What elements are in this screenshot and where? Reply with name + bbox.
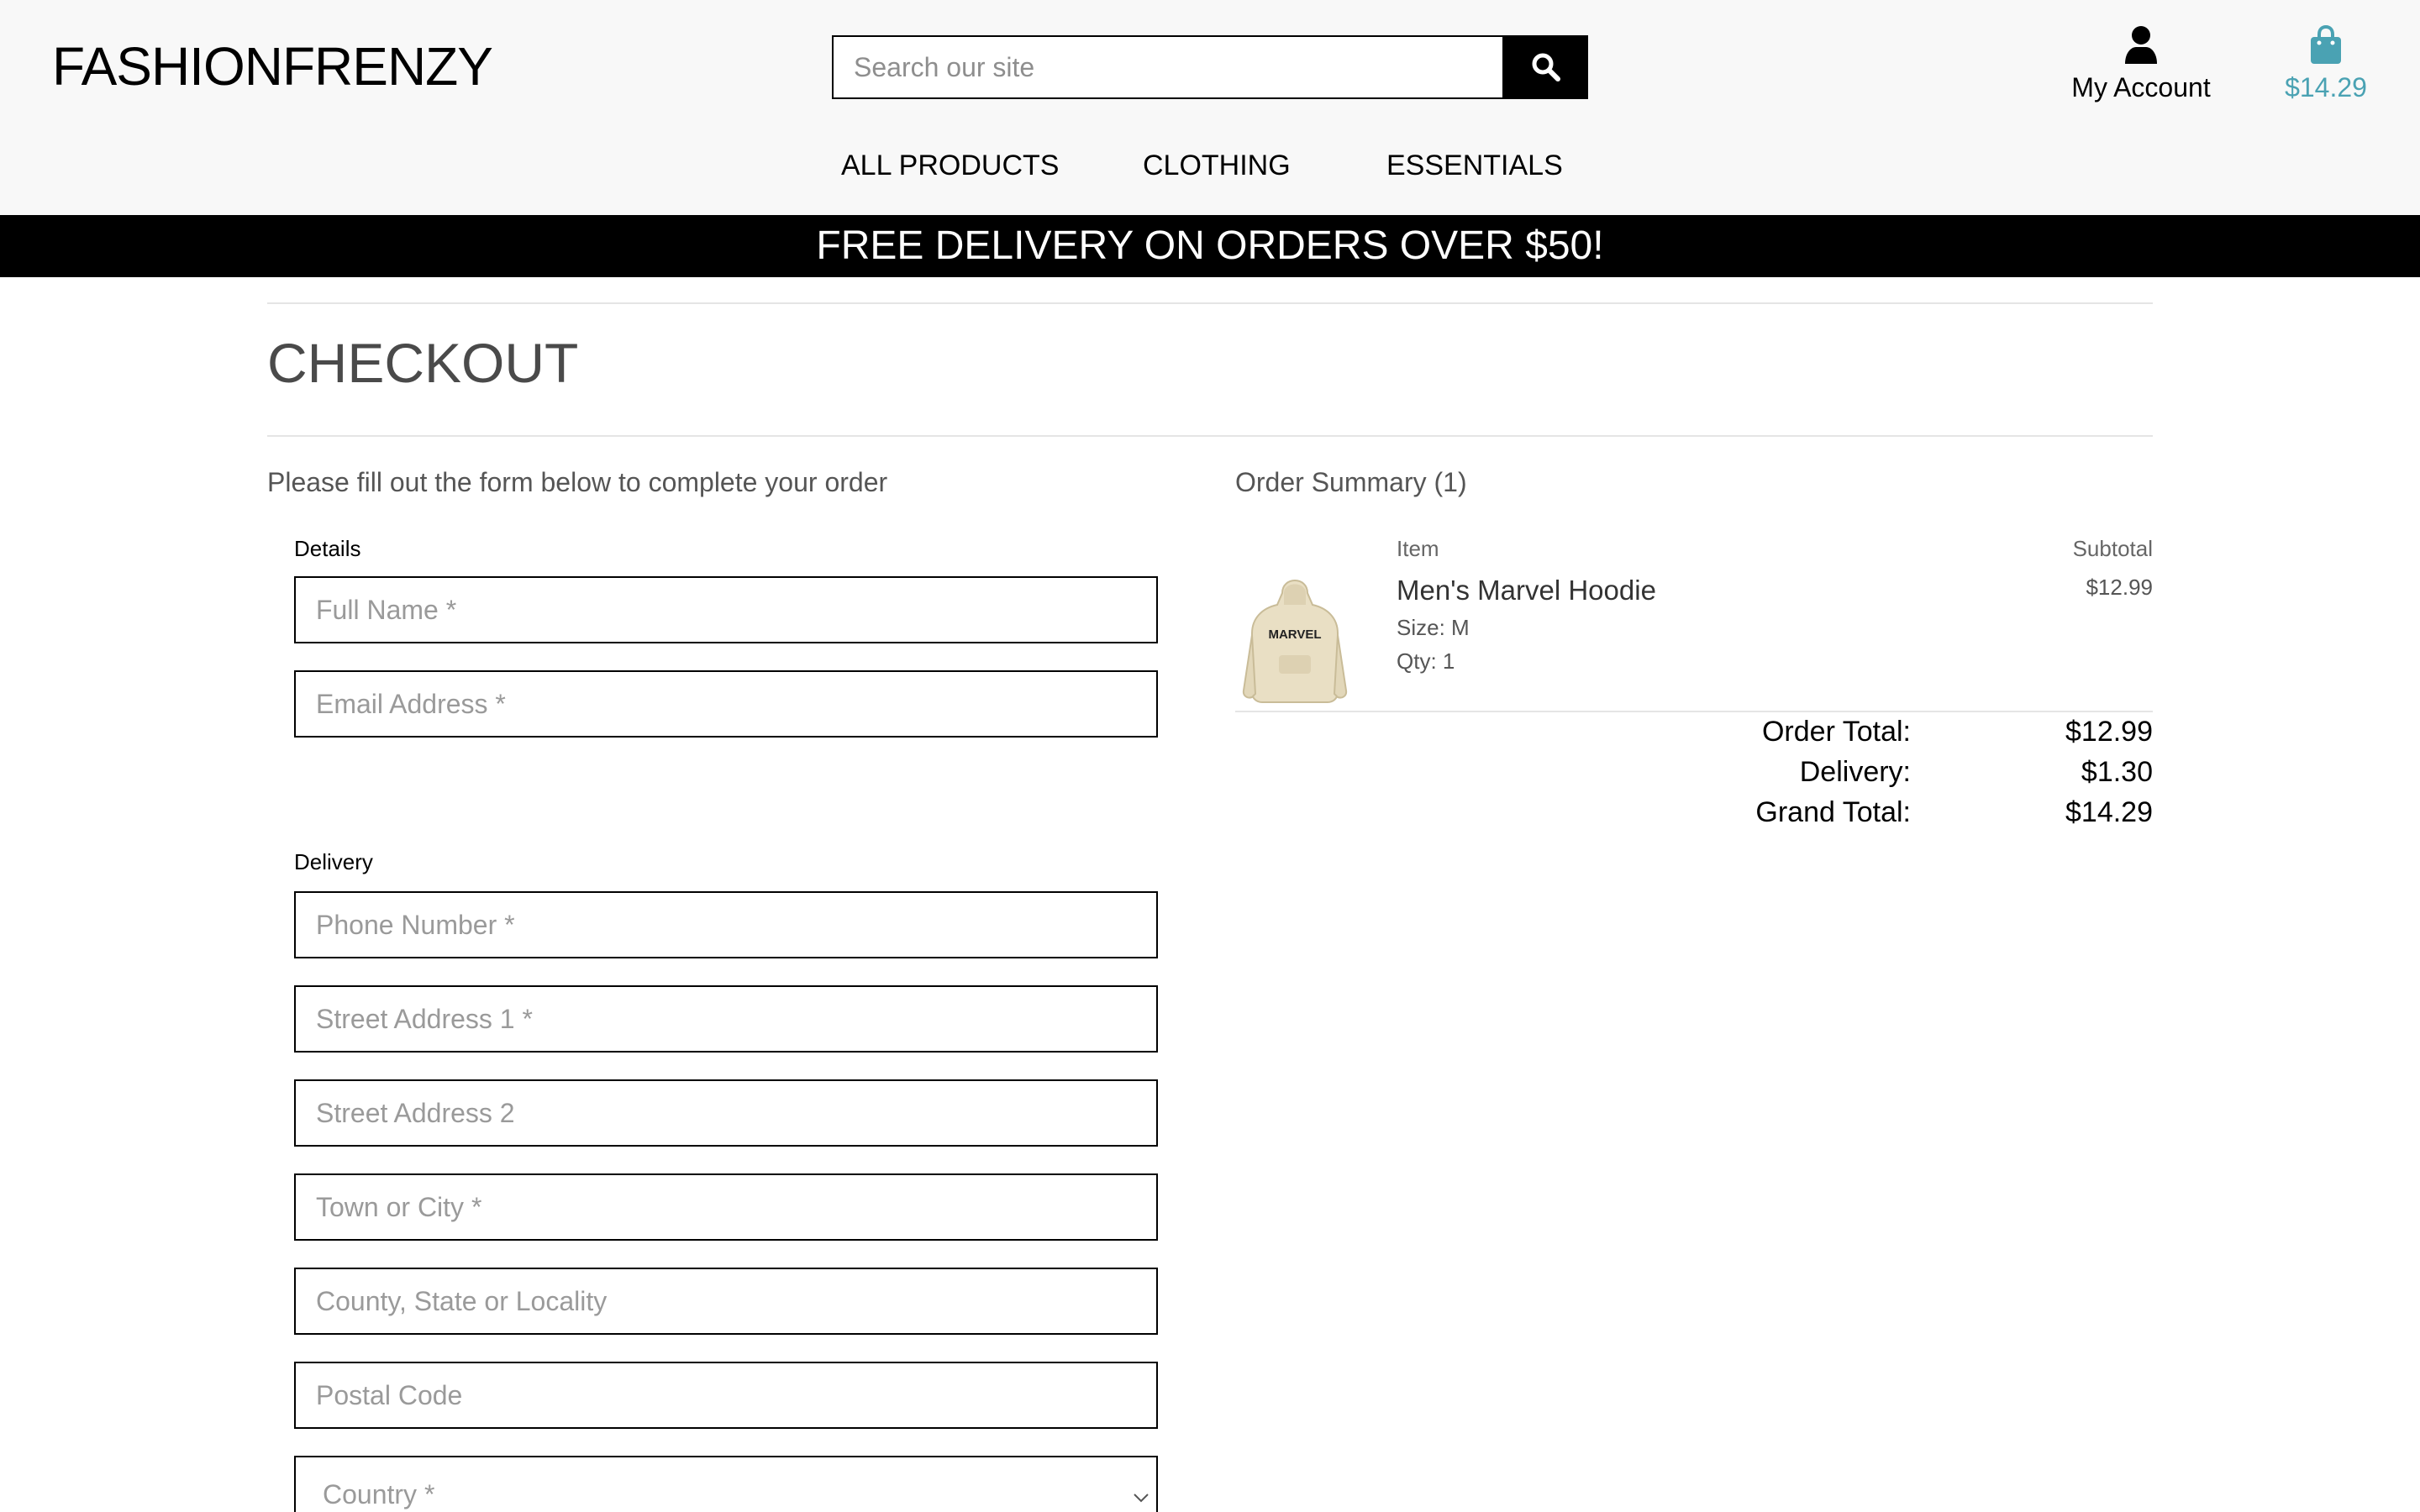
product-qty: Qty: 1: [1397, 648, 1455, 674]
phone-field: [294, 891, 1158, 958]
my-account-label: My Account: [2071, 72, 2211, 102]
page-title: CHECKOUT: [267, 332, 579, 394]
order-summary-title: Order Summary (1): [1235, 467, 1467, 497]
town-city-input[interactable]: [296, 1175, 1156, 1239]
summary-divider: [1235, 711, 2153, 712]
product-size: Size: M: [1397, 615, 1470, 640]
search-input[interactable]: [834, 37, 1506, 97]
product-image[interactable]: MARVEL: [1240, 568, 1349, 706]
country-select[interactable]: Country *: [294, 1456, 1158, 1512]
chevron-down-icon: [1134, 1494, 1149, 1503]
nav-item-all-products[interactable]: ALL PRODUCTS: [841, 150, 1059, 182]
phone-input[interactable]: [296, 893, 1156, 957]
postal-code-input[interactable]: [296, 1363, 1156, 1427]
shopping-bag-link[interactable]: $14.29: [2269, 25, 2383, 109]
site-logo[interactable]: FASHIONFRENZY: [52, 35, 493, 97]
email-field: [294, 670, 1158, 738]
title-divider: [267, 435, 2153, 437]
delivery-total-label: Delivery:: [1799, 756, 1911, 788]
street-address-1-field: [294, 985, 1158, 1053]
my-account-link[interactable]: My Account: [2059, 25, 2223, 109]
search-button[interactable]: [1504, 35, 1588, 99]
search-icon: [1532, 53, 1560, 81]
postal-code-field: [294, 1362, 1158, 1429]
street-address-2-field: [294, 1079, 1158, 1147]
county-input[interactable]: [296, 1269, 1156, 1333]
delivery-total-value: $1.30: [2081, 756, 2153, 788]
email-input[interactable]: [296, 672, 1156, 736]
town-city-field: [294, 1173, 1158, 1241]
site-header: FASHIONFRENZY My Account $14.29 ALL PROD…: [0, 0, 2420, 215]
nav-item-clothing[interactable]: CLOTHING: [1143, 150, 1291, 182]
details-label: Details: [294, 536, 361, 561]
product-image-logo: MARVEL: [1268, 627, 1321, 642]
full-name-input[interactable]: [296, 578, 1156, 642]
order-total-value: $12.99: [2065, 716, 2153, 748]
user-icon: [2125, 26, 2157, 64]
order-total-label: Order Total:: [1761, 716, 1911, 748]
delivery-label: Delivery: [294, 849, 373, 874]
item-column-header: Item: [1397, 536, 1439, 561]
country-select-value: Country *: [323, 1479, 435, 1509]
shopping-bag-icon: [2311, 25, 2341, 64]
search-box: [832, 35, 1506, 99]
subtotal-column-header: Subtotal: [2072, 536, 2153, 561]
product-name[interactable]: Men's Marvel Hoodie: [1397, 575, 1656, 606]
top-divider: [267, 302, 2153, 304]
grand-total-label: Grand Total:: [1755, 796, 1911, 828]
nav-item-essentials[interactable]: ESSENTIALS: [1386, 150, 1563, 182]
checkout-intro: Please fill out the form below to comple…: [267, 467, 888, 497]
county-field: [294, 1268, 1158, 1335]
grand-total-value: $14.29: [2065, 796, 2153, 828]
product-subtotal: $12.99: [2086, 575, 2153, 600]
street-address-2-input[interactable]: [296, 1081, 1156, 1145]
bag-total: $14.29: [2285, 72, 2367, 102]
main-nav: ALL PRODUCTS CLOTHING ESSENTIALS: [0, 150, 2420, 186]
street-address-1-input[interactable]: [296, 987, 1156, 1051]
full-name-field: [294, 576, 1158, 643]
free-delivery-banner: FREE DELIVERY ON ORDERS OVER $50!: [0, 215, 2420, 277]
